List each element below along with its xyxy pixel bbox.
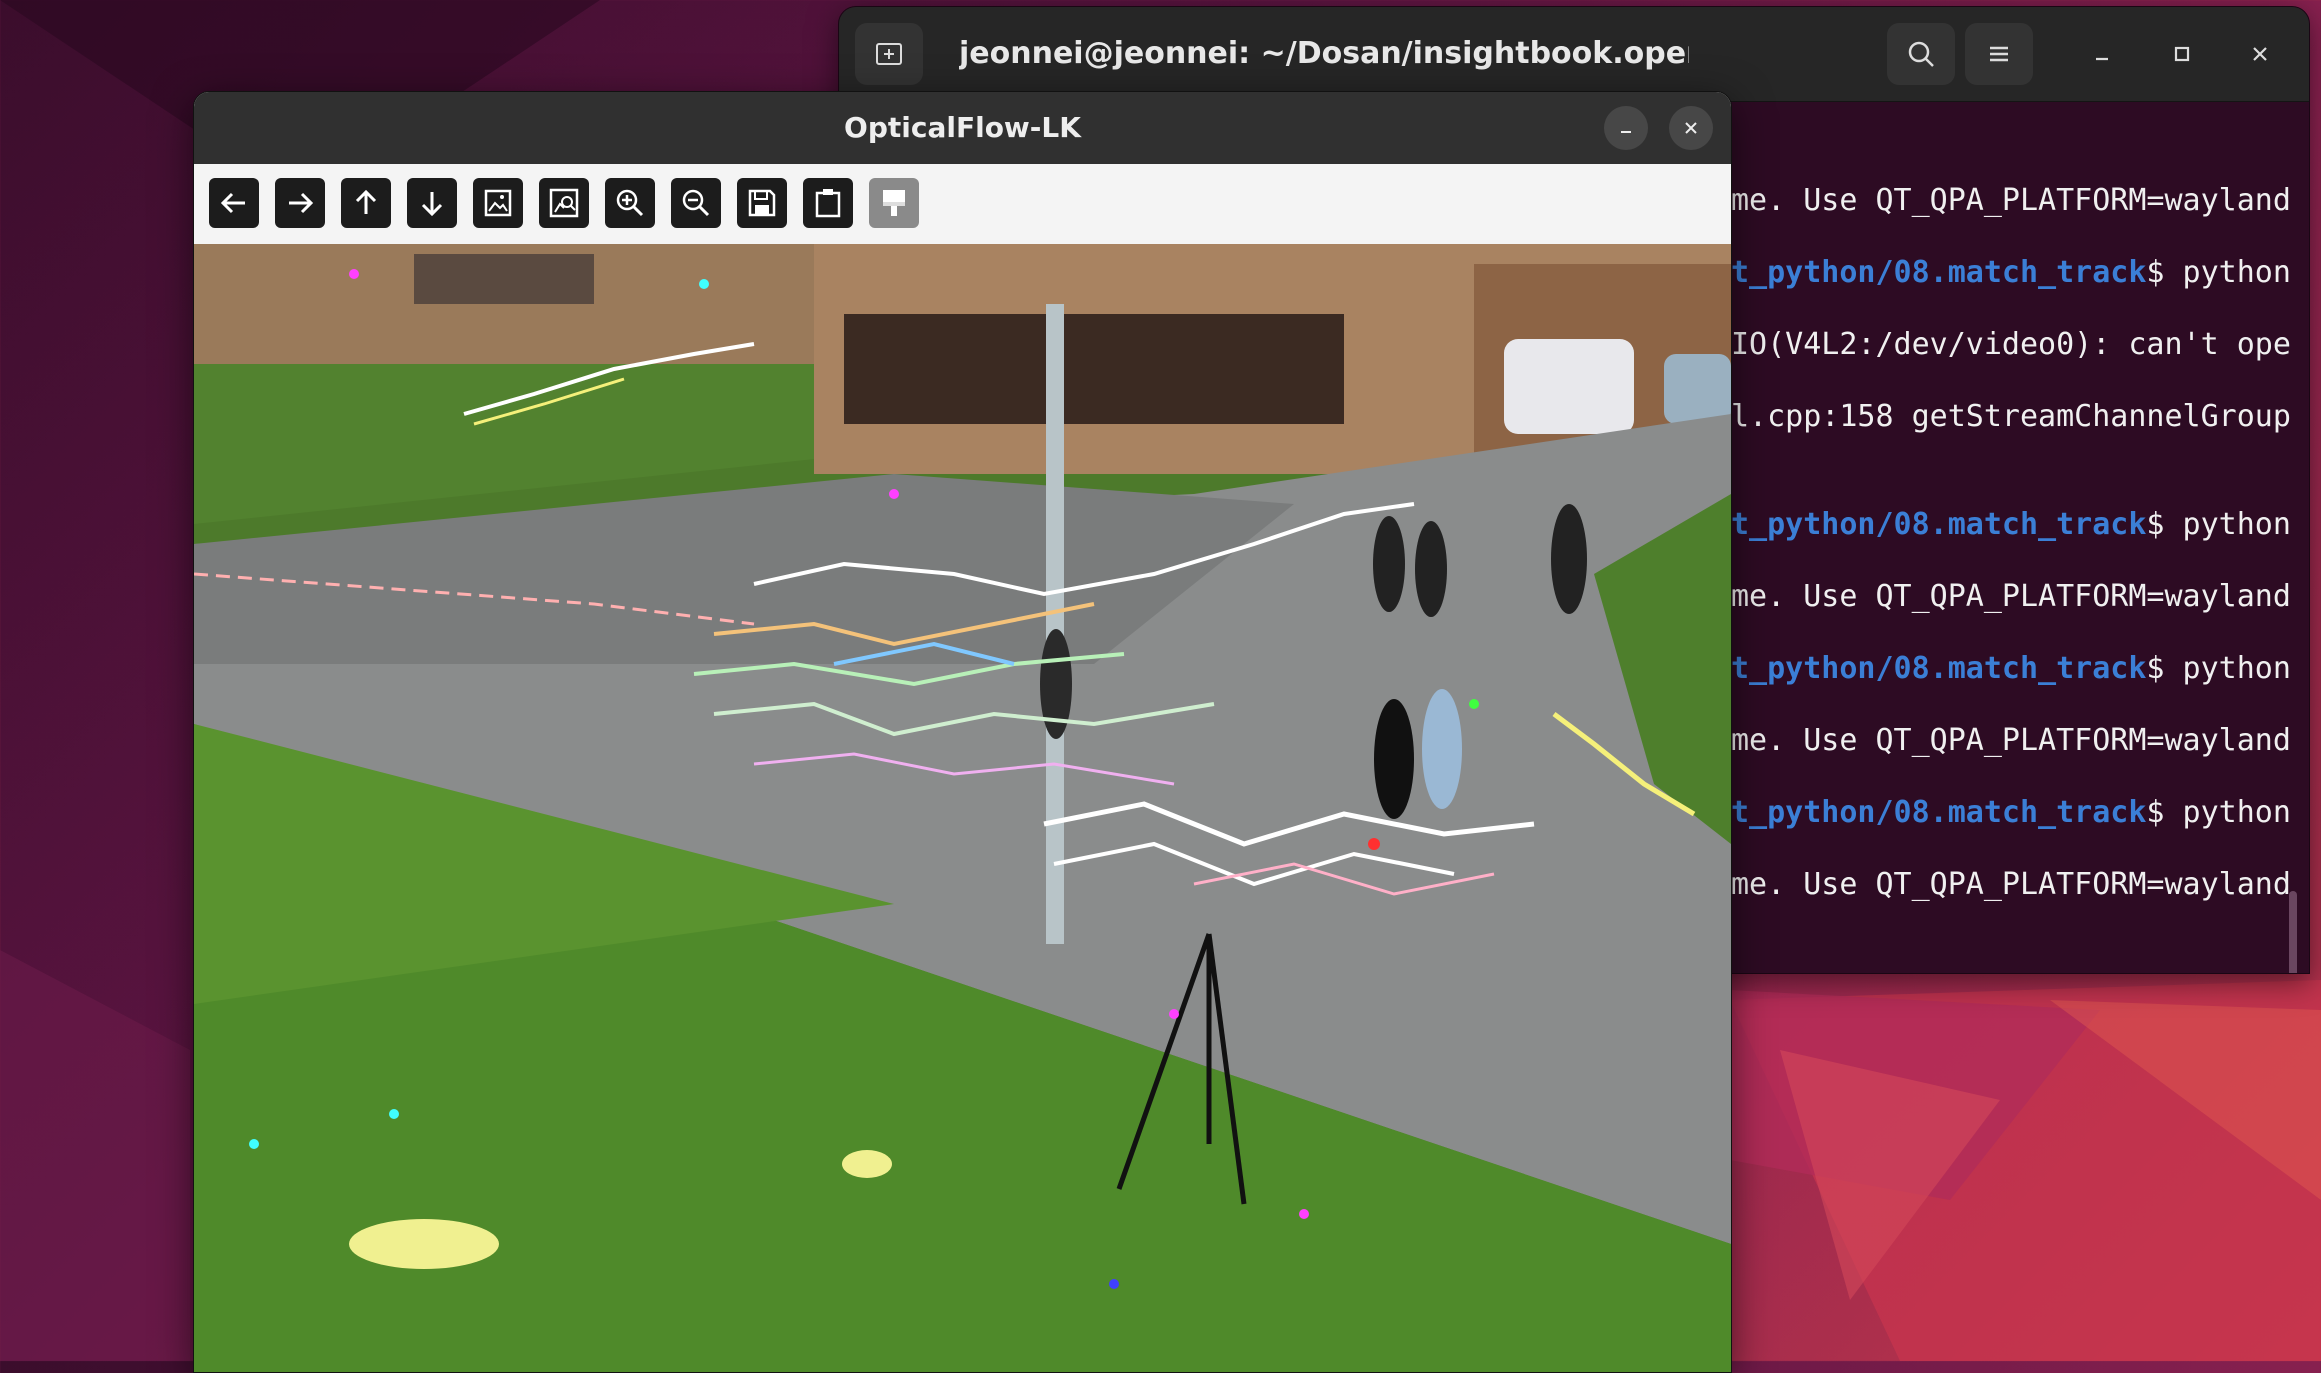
zoom-in-button[interactable] — [605, 178, 655, 228]
copy-clipboard-button[interactable] — [803, 178, 853, 228]
properties-button[interactable] — [869, 178, 919, 228]
zoom-original-button[interactable] — [473, 178, 523, 228]
video-frame[interactable] — [194, 244, 1731, 1372]
terminal-line: me. Use QT_QPA_PLATFORM=wayland — [1731, 579, 2291, 614]
arrow-left-icon — [220, 192, 245, 214]
terminal-scrollbar[interactable] — [2289, 891, 2297, 973]
pan-up-button[interactable] — [341, 178, 391, 228]
image-fit-icon — [549, 188, 579, 218]
opencv-window-header[interactable]: OpticalFlow-LK — [194, 92, 1731, 164]
terminal-line: me. Use QT_QPA_PLATFORM=wayland — [1731, 867, 2291, 902]
terminal-line: t_python/08.match_track$ python — [1731, 795, 2291, 830]
opencv-window-title: OpticalFlow-LK — [844, 111, 1081, 144]
terminal-search-button[interactable] — [1887, 23, 1955, 85]
terminal-line: IO(V4L2:/dev/video0): can't ope — [1731, 327, 2291, 362]
zoom-out-button[interactable] — [671, 178, 721, 228]
opencv-toolbar — [194, 164, 1731, 244]
optical-flow-scene — [194, 244, 1731, 1372]
search-icon — [1908, 41, 1934, 67]
terminal-line: l.cpp:158 getStreamChannelGroup — [1731, 399, 2291, 434]
terminal-minimize-button[interactable] — [2079, 31, 2125, 77]
paint-brush-icon — [883, 190, 905, 216]
zoom-out-icon — [682, 189, 710, 217]
close-icon — [2253, 47, 2267, 61]
minimize-icon — [2096, 57, 2108, 61]
terminal-line: me. Use QT_QPA_PLATFORM=wayland — [1731, 723, 2291, 758]
pan-right-button[interactable] — [275, 178, 325, 228]
maximize-icon — [2174, 46, 2190, 62]
new-tab-icon — [876, 43, 902, 65]
arrow-right-icon — [289, 192, 314, 214]
terminal-line: t_python/08.match_track$ python — [1731, 651, 2291, 686]
terminal-menu-button[interactable] — [1965, 23, 2033, 85]
opencv-minimize-button[interactable] — [1604, 106, 1648, 150]
pan-down-button[interactable] — [407, 178, 457, 228]
minimize-icon — [1621, 131, 1631, 133]
zoom-fit-button[interactable] — [539, 178, 589, 228]
arrow-down-icon — [421, 192, 443, 217]
opencv-window[interactable]: OpticalFlow-LK — [193, 91, 1732, 1373]
terminal-line: t_python/08.match_track$ python — [1731, 507, 2291, 542]
close-icon — [1685, 122, 1697, 134]
terminal-maximize-button[interactable] — [2159, 31, 2205, 77]
terminal-line: t_python/08.match_track$ python — [1731, 255, 2291, 290]
clipboard-icon — [815, 189, 841, 218]
save-icon — [748, 189, 776, 217]
opencv-close-button[interactable] — [1669, 106, 1713, 150]
new-tab-button[interactable] — [855, 23, 923, 85]
terminal-title: jeonnei@jeonnei: ~/Dosan/insightbook.ope… — [959, 36, 1689, 71]
image-icon — [484, 189, 512, 217]
pan-left-button[interactable] — [209, 178, 259, 228]
zoom-in-icon — [616, 189, 644, 217]
hamburger-menu-icon — [1990, 46, 2008, 62]
save-button[interactable] — [737, 178, 787, 228]
terminal-line: me. Use QT_QPA_PLATFORM=wayland — [1731, 183, 2291, 218]
terminal-close-button[interactable] — [2237, 31, 2283, 77]
terminal-header[interactable]: jeonnei@jeonnei: ~/Dosan/insightbook.ope… — [839, 7, 2309, 102]
arrow-up-icon — [355, 189, 377, 214]
